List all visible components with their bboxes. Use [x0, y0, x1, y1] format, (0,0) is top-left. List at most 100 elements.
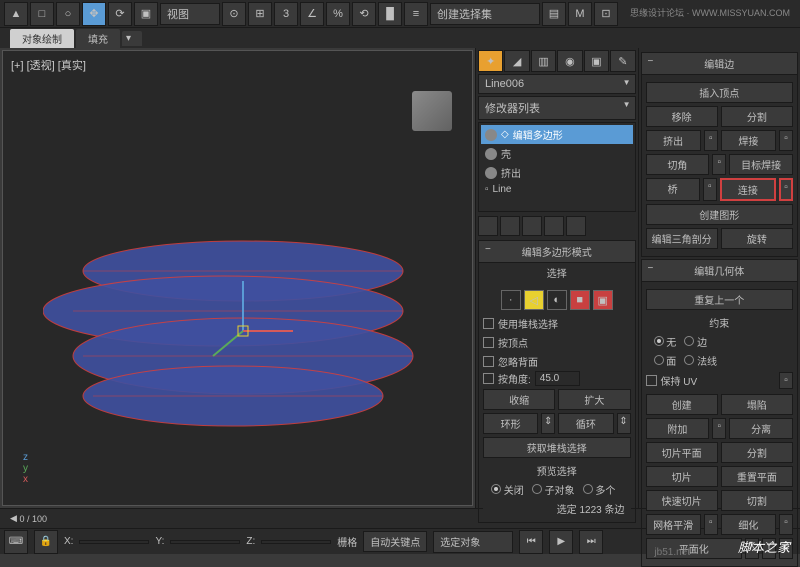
rect-select-tool[interactable]: □ [30, 2, 54, 26]
chamfer-settings-icon[interactable]: ▫ [712, 154, 726, 175]
motion-tab-icon[interactable]: ◉ [557, 50, 582, 72]
x-coord-field[interactable] [79, 540, 149, 544]
detach-button[interactable]: 分离 [729, 418, 793, 439]
ignore-backfacing-checkbox[interactable] [483, 356, 494, 367]
pin-stack-icon[interactable] [478, 216, 498, 236]
reference-coord-dropdown[interactable]: 视图 [160, 3, 220, 25]
pivot-tool[interactable]: ⊙ [222, 2, 246, 26]
ring-button[interactable]: 环形 [483, 413, 538, 434]
viewcube[interactable] [412, 91, 452, 131]
tessellate-settings-icon[interactable]: ▫ [779, 514, 793, 535]
lock-icon[interactable]: 🔒 [34, 530, 58, 554]
spinner-snap-icon[interactable]: ⟲ [352, 2, 376, 26]
quickslice-button[interactable]: 快速切片 [646, 490, 718, 511]
preview-off-radio[interactable] [491, 484, 501, 494]
constraint-normal-radio[interactable] [684, 355, 694, 365]
mirror-tool[interactable]: ▐▌ [378, 2, 402, 26]
vertex-subobj-icon[interactable]: · [501, 290, 521, 310]
select-tool[interactable]: ▲ [4, 2, 28, 26]
create-button[interactable]: 创建 [646, 394, 718, 415]
create-shape-button[interactable]: 创建图形 [646, 204, 794, 225]
mod-edit-poly[interactable]: ◇编辑多边形 [481, 125, 633, 144]
manip-tool[interactable]: ⊞ [248, 2, 272, 26]
chamfer-button[interactable]: 切角 [646, 154, 710, 175]
modify-tab-icon[interactable]: ◢ [504, 50, 529, 72]
tab-fill[interactable]: 填充 [76, 29, 120, 48]
polygon-subobj-icon[interactable]: ■ [570, 290, 590, 310]
slice-plane-button[interactable]: 切片平面 [646, 442, 718, 463]
bridge-button[interactable]: 桥 [646, 178, 700, 201]
perspective-viewport[interactable]: [+] [透视] [真实] z y x [2, 50, 473, 506]
by-angle-checkbox[interactable] [483, 373, 494, 384]
curve-editor-icon[interactable]: M [568, 2, 592, 26]
attach-settings-icon[interactable]: ▫ [712, 418, 726, 439]
modifier-stack[interactable]: ◇编辑多边形 壳 挤出 ▫Line [478, 122, 636, 212]
hierarchy-tab-icon[interactable]: ▥ [531, 50, 556, 72]
mesh-object[interactable] [43, 181, 443, 441]
ring-spinner[interactable]: ⇕ [541, 413, 555, 434]
slice-button[interactable]: 切片 [646, 466, 718, 487]
get-stack-sel-button[interactable]: 获取堆栈选择 [483, 437, 631, 458]
scale-tool[interactable]: ▣ [134, 2, 158, 26]
utilities-tab-icon[interactable]: ✎ [610, 50, 635, 72]
play-prev-icon[interactable]: ⏮ [519, 530, 543, 554]
tab-object-paint[interactable]: 对象绘制 [10, 29, 74, 48]
use-stack-checkbox[interactable] [483, 318, 494, 329]
show-end-result-icon[interactable] [500, 216, 520, 236]
constraint-edge-radio[interactable] [684, 336, 694, 346]
angle-spinner[interactable]: 45.0 [535, 371, 580, 386]
preview-subobj-radio[interactable] [532, 484, 542, 494]
rollout-header[interactable]: 编辑边 [642, 53, 798, 75]
loop-button[interactable]: 循环 [558, 413, 613, 434]
edit-tri-button[interactable]: 编辑三角剖分 [646, 228, 718, 249]
remove-button[interactable]: 移除 [646, 106, 718, 127]
preview-multi-radio[interactable] [583, 484, 593, 494]
constraint-none-radio[interactable] [654, 336, 664, 346]
turn-button[interactable]: 旋转 [721, 228, 793, 249]
border-subobj-icon[interactable]: ◐ [547, 290, 567, 310]
rollout-header[interactable]: 编辑多边形模式 [479, 241, 635, 263]
preserve-uv-settings-icon[interactable]: ▫ [779, 372, 793, 389]
msmooth-button[interactable]: 网格平滑 [646, 514, 701, 535]
grow-button[interactable]: 扩大 [558, 389, 630, 410]
configure-sets-icon[interactable] [566, 216, 586, 236]
schematic-view-icon[interactable]: ⊡ [594, 2, 618, 26]
align-tool[interactable]: ≡ [404, 2, 428, 26]
named-selection-dropdown[interactable]: 创建选择集 [430, 3, 540, 25]
cut-button[interactable]: 切割 [721, 490, 793, 511]
loop-spinner[interactable]: ⇕ [617, 413, 631, 434]
connect-button[interactable]: 连接 [720, 178, 776, 201]
move-tool[interactable]: ✥ [82, 2, 106, 26]
rollout-header[interactable]: 编辑几何体 [642, 260, 798, 282]
split2-button[interactable]: 分割 [721, 442, 793, 463]
by-vertex-checkbox[interactable] [483, 337, 494, 348]
eye-icon[interactable] [485, 167, 497, 179]
msmooth-settings-icon[interactable]: ▫ [704, 514, 718, 535]
eye-icon[interactable] [485, 129, 497, 141]
target-weld-button[interactable]: 目标焊接 [729, 154, 793, 175]
preserve-uv-checkbox[interactable] [646, 375, 657, 386]
remove-modifier-icon[interactable] [544, 216, 564, 236]
z-coord-field[interactable] [261, 540, 331, 544]
insert-vertex-button[interactable]: 插入顶点 [646, 82, 794, 103]
constraint-face-radio[interactable] [654, 355, 664, 365]
play-next-icon[interactable]: ⏭ [579, 530, 603, 554]
extrude-settings-icon[interactable]: ▫ [704, 130, 718, 151]
lasso-tool[interactable]: ○ [56, 2, 80, 26]
rotate-tool[interactable]: ⟳ [108, 2, 132, 26]
layers-icon[interactable]: ▤ [542, 2, 566, 26]
object-name-field[interactable]: Line006 [478, 74, 636, 94]
weld-button[interactable]: 焊接 [721, 130, 776, 151]
angle-snap-icon[interactable]: ∠ [300, 2, 324, 26]
play-icon[interactable]: ▶ [549, 530, 573, 554]
weld-settings-icon[interactable]: ▫ [779, 130, 793, 151]
snap-toggle-3[interactable]: 3 [274, 2, 298, 26]
shrink-button[interactable]: 收缩 [483, 389, 555, 410]
connect-settings-icon[interactable]: ▫ [779, 178, 793, 201]
tessellate-button[interactable]: 细化 [721, 514, 776, 535]
auto-key-button[interactable]: 自动关键点 [363, 531, 427, 552]
modifier-list-dropdown[interactable]: 修改器列表 [478, 96, 636, 120]
mod-line[interactable]: ▫Line [481, 182, 633, 197]
reset-plane-button[interactable]: 重置平面 [721, 466, 793, 487]
bridge-settings-icon[interactable]: ▫ [703, 178, 717, 201]
